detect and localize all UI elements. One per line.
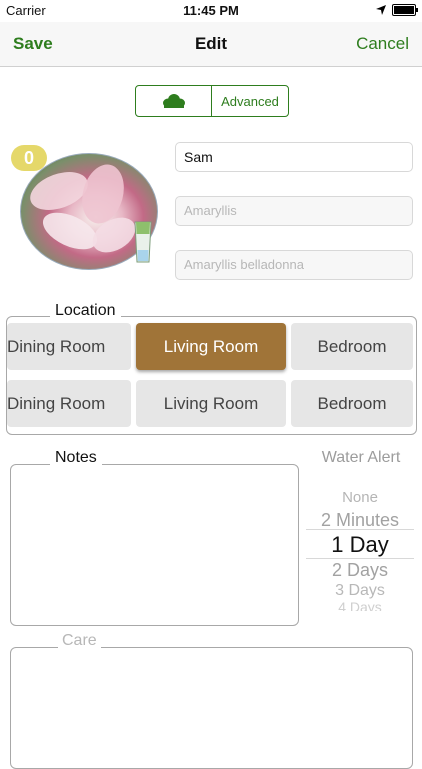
water-alert-picker[interactable]: None 2 Minutes 1 Day 2 Days 3 Days 4 Day…	[306, 486, 414, 611]
water-alert-label: Water Alert	[321, 449, 401, 466]
count-badge: 0	[11, 145, 47, 171]
cancel-button[interactable]: Cancel	[356, 34, 409, 54]
location-dining-room-2[interactable]: Dining Room	[7, 380, 131, 427]
picker-option[interactable]: 2 Minutes	[306, 510, 414, 531]
location-option-label: Dining Room	[7, 393, 106, 413]
plant-name-field[interactable]: Sam	[175, 142, 413, 172]
battery-icon	[392, 4, 418, 16]
picker-option[interactable]: 4 Days	[306, 599, 414, 611]
care-text-area[interactable]	[10, 647, 413, 769]
notes-text-area[interactable]	[10, 464, 299, 626]
location-option-label: Dining Room	[7, 336, 106, 356]
cloud-icon	[162, 94, 185, 108]
location-option-label: Bedroom	[317, 336, 387, 356]
picker-option[interactable]: None	[306, 489, 414, 506]
status-bar: Carrier 11:45 PM	[0, 0, 422, 22]
common-name-field[interactable]: Amaryllis	[175, 196, 413, 226]
segment-advanced[interactable]: Advanced	[212, 86, 288, 116]
location-option-label: Bedroom	[317, 393, 387, 413]
segment-cloud[interactable]	[136, 86, 212, 116]
location-bedroom[interactable]: Bedroom	[291, 323, 413, 370]
picker-option[interactable]: 2 Days	[306, 560, 414, 581]
water-glass-icon[interactable]	[134, 220, 152, 264]
location-bedroom-2[interactable]: Bedroom	[291, 380, 413, 427]
care-label: Care	[58, 632, 101, 650]
latin-name-field[interactable]: Amaryllis belladonna	[175, 250, 413, 280]
mode-segmented-control: Advanced	[135, 85, 289, 117]
location-label: Location	[50, 302, 121, 320]
picker-option[interactable]: 3 Days	[306, 582, 414, 600]
location-dining-room[interactable]: Dining Room	[7, 323, 131, 370]
location-arrow-icon	[376, 5, 386, 15]
status-icons	[376, 4, 418, 16]
navigation-bar: Save Edit Cancel	[0, 22, 422, 67]
location-living-room-2[interactable]: Living Room	[136, 380, 286, 427]
picker-divider	[306, 529, 414, 530]
picker-option-selected[interactable]: 1 Day	[306, 532, 414, 558]
clock: 11:45 PM	[183, 3, 239, 18]
location-option-label: Living Room	[163, 336, 259, 356]
notes-label: Notes	[50, 449, 102, 467]
location-living-room-selected[interactable]: Living Room	[136, 323, 286, 370]
location-option-label: Living Room	[163, 393, 259, 413]
picker-divider	[306, 558, 414, 559]
